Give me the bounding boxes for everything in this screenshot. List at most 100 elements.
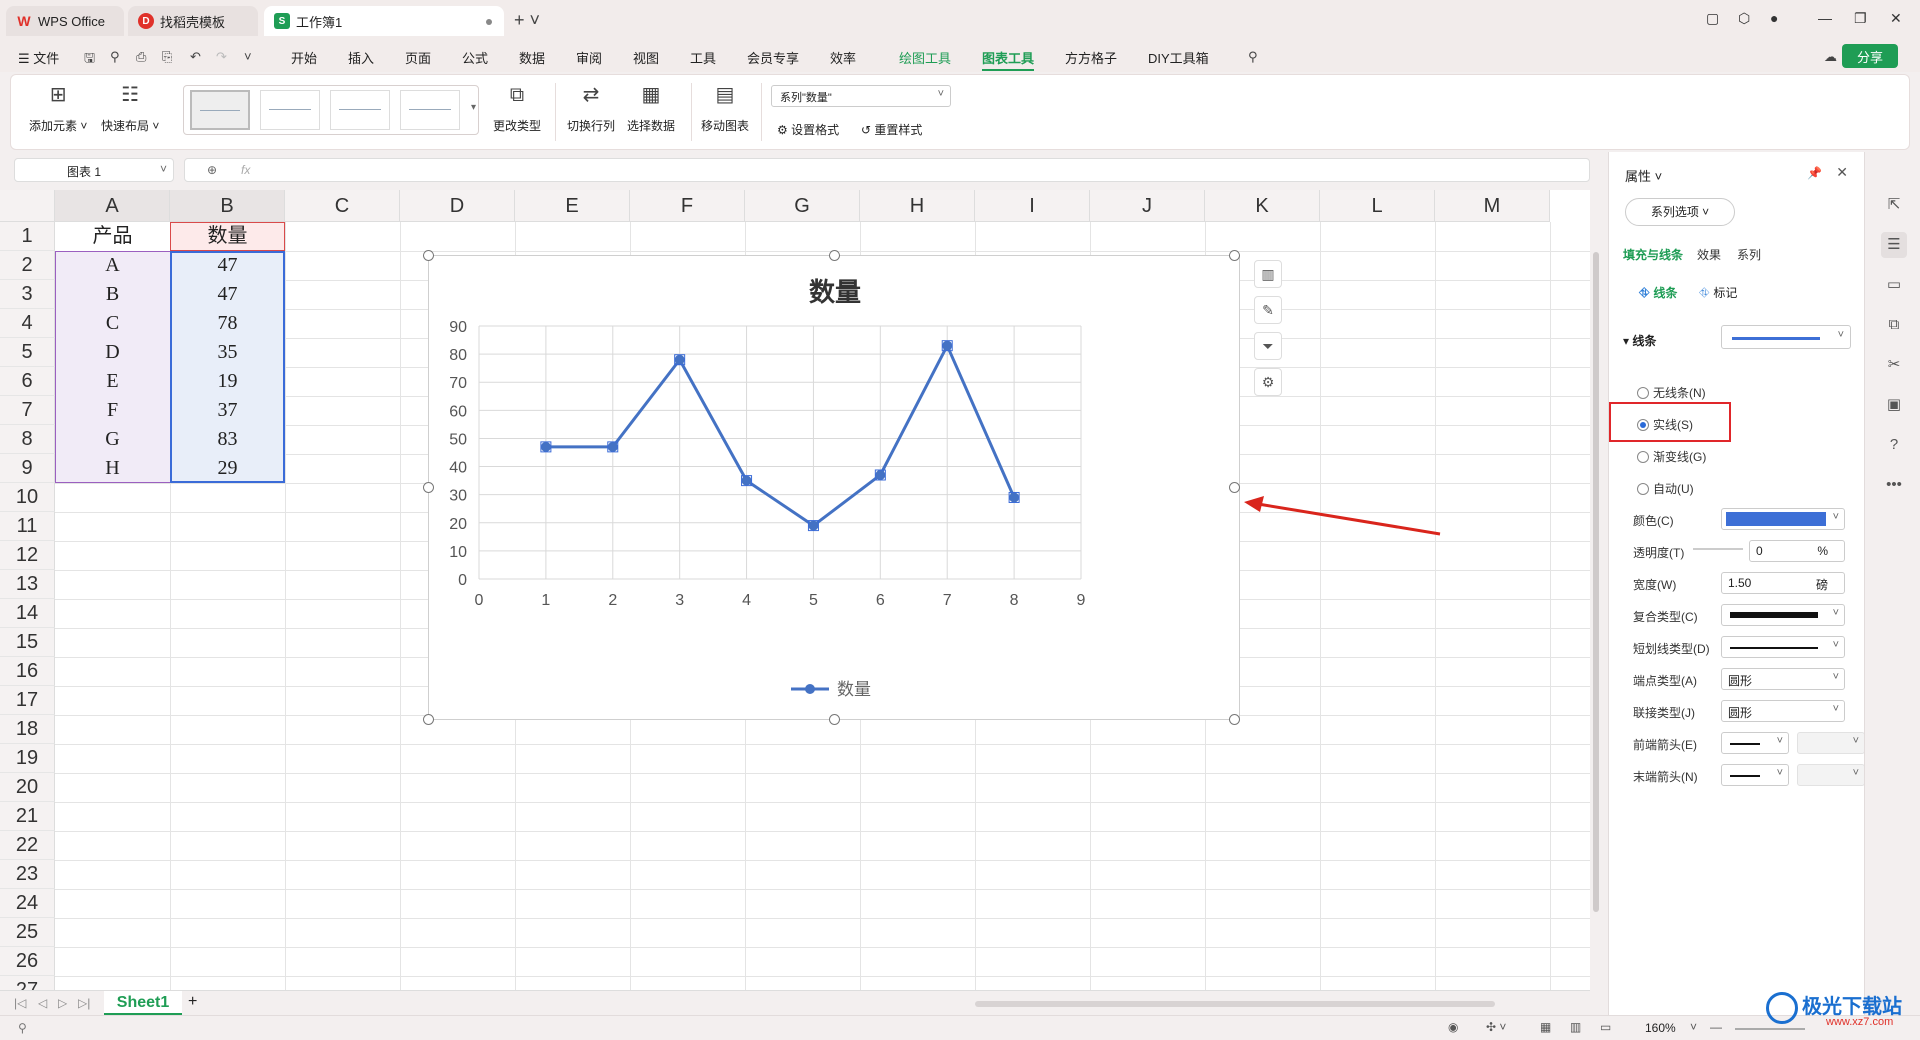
add-sheet-button[interactable]: + — [188, 993, 197, 1011]
redo-icon[interactable]: ↷ — [216, 49, 227, 65]
tab-docer-templates[interactable]: D 找稻壳模板 — [128, 6, 258, 36]
book-icon[interactable]: ▣ — [1881, 392, 1907, 418]
tools-icon[interactable]: ✂ — [1881, 352, 1907, 378]
menu-efficiency[interactable]: 效率 — [830, 48, 856, 67]
row-header-19[interactable]: 19 — [0, 744, 55, 773]
radio-gradient-line[interactable]: 渐变线(G) — [1637, 448, 1706, 465]
help-icon[interactable]: ? — [1881, 432, 1907, 458]
row-header-22[interactable]: 22 — [0, 831, 55, 860]
row-header-16[interactable]: 16 — [0, 657, 55, 686]
set-format-button[interactable]: ⚙ 设置格式 — [777, 121, 839, 138]
zoom-level[interactable]: 160% — [1645, 1021, 1676, 1035]
resize-handle-tl[interactable] — [423, 250, 434, 261]
chart-style-brush-icon[interactable]: ✎ — [1254, 296, 1282, 324]
properties-icon[interactable]: ☰ — [1881, 232, 1907, 258]
page-view-icon[interactable]: ▥ — [1570, 1020, 1581, 1034]
page-break-view-icon[interactable]: ▭ — [1600, 1020, 1611, 1034]
transparency-slider[interactable] — [1693, 548, 1743, 550]
select-pointer-icon[interactable]: ⇱ — [1881, 192, 1907, 218]
end-arrow-size-dropdown[interactable]: ˅ — [1797, 764, 1865, 786]
data-point[interactable] — [808, 520, 819, 531]
row-header-9[interactable]: 9 — [0, 454, 55, 483]
prev-sheet-icon[interactable]: ◁ — [38, 996, 47, 1010]
dash-type-dropdown[interactable]: ˅ — [1721, 636, 1845, 658]
row-header-13[interactable]: 13 — [0, 570, 55, 599]
row-header-14[interactable]: 14 — [0, 599, 55, 628]
change-type-button[interactable]: ⧉ 更改类型 — [493, 81, 541, 134]
row-header-1[interactable]: 1 — [0, 222, 55, 251]
column-header-d[interactable]: D — [400, 190, 515, 222]
print-preview-icon[interactable]: ⎘ — [162, 49, 172, 65]
horizontal-scrollbar[interactable] — [975, 1001, 1495, 1007]
avatar[interactable]: ● — [1770, 10, 1778, 26]
line-preset-dropdown[interactable]: ˅ — [1721, 325, 1851, 349]
column-header-e[interactable]: E — [515, 190, 630, 222]
row-header-6[interactable]: 6 — [0, 367, 55, 396]
file-menu[interactable]: ☰ 文件 — [18, 48, 59, 67]
chart-style-4[interactable] — [400, 90, 460, 130]
row-header-11[interactable]: 11 — [0, 512, 55, 541]
save-icon[interactable]: 🖫 — [84, 49, 95, 71]
chart-settings-icon[interactable]: ⚙ — [1254, 368, 1282, 396]
column-header-i[interactable]: I — [975, 190, 1090, 222]
select-all-corner[interactable] — [0, 190, 55, 222]
resize-handle-r[interactable] — [1229, 482, 1240, 493]
row-header-5[interactable]: 5 — [0, 338, 55, 367]
chart-filter-icon[interactable]: ⏷ — [1254, 332, 1282, 360]
panel-title[interactable]: 属性 ˅ — [1625, 166, 1662, 185]
data-point[interactable] — [741, 475, 752, 486]
chart-style-2[interactable] — [260, 90, 320, 130]
add-element-button[interactable]: ⊞ 添加元素 ˅ — [29, 81, 87, 134]
row-header-23[interactable]: 23 — [0, 860, 55, 889]
cube-icon[interactable]: ⬡ — [1738, 10, 1750, 27]
menu-data[interactable]: 数据 — [519, 48, 545, 67]
data-point[interactable] — [942, 340, 953, 351]
row-header-3[interactable]: 3 — [0, 280, 55, 309]
first-sheet-icon[interactable]: |◁ — [14, 996, 26, 1010]
row-header-7[interactable]: 7 — [0, 396, 55, 425]
column-header-l[interactable]: L — [1320, 190, 1435, 222]
row-header-21[interactable]: 21 — [0, 802, 55, 831]
series-line[interactable] — [545, 344, 1016, 528]
chart-legend[interactable]: 数量 — [791, 680, 871, 700]
sheet-tab-sheet1[interactable]: Sheet1 — [104, 991, 182, 1015]
cap-type-dropdown[interactable]: 圆形 ˅ — [1721, 668, 1845, 690]
search-icon[interactable]: ⚲ — [1248, 49, 1258, 65]
quick-layout-button[interactable]: ☷ 快速布局 ˅ — [101, 81, 159, 134]
switch-row-col-button[interactable]: ⇄ 切换行列 — [567, 81, 615, 134]
window-layout-icon[interactable]: ▢ — [1706, 10, 1719, 27]
menu-insert[interactable]: 插入 — [348, 48, 374, 67]
cloud-icon[interactable]: ☁ — [1824, 49, 1837, 65]
column-header-g[interactable]: G — [745, 190, 860, 222]
tab-series[interactable]: 系列 — [1737, 246, 1761, 263]
row-header-10[interactable]: 10 — [0, 483, 55, 512]
line-chart[interactable]: 数量 0 10 20 30 40 50 60 70 80 90 0 1 2 3 4 5 6 7 8 9 数量 — [423, 250, 1240, 725]
restore-icon[interactable]: ❐ — [1854, 10, 1867, 27]
unsaved-dot-icon[interactable] — [486, 19, 492, 25]
header-cell-product[interactable]: 产品 — [55, 222, 170, 251]
eye-protection-icon[interactable]: ◉ — [1448, 1020, 1458, 1034]
column-header-j[interactable]: J — [1090, 190, 1205, 222]
menu-view[interactable]: 视图 — [633, 48, 659, 67]
pin-icon[interactable]: 📌 — [1807, 166, 1822, 180]
column-header-a[interactable]: A — [55, 190, 170, 222]
menu-review[interactable]: 审阅 — [576, 48, 602, 67]
menu-diy-toolbox[interactable]: DIY工具箱 — [1148, 48, 1209, 67]
close-panel-icon[interactable]: ✕ — [1836, 164, 1848, 181]
column-header-b[interactable]: B — [170, 190, 285, 222]
fx-icon[interactable]: fx — [241, 163, 250, 177]
tab-wps-office[interactable]: W WPS Office — [6, 6, 124, 36]
resize-handle-l[interactable] — [423, 482, 434, 493]
row-header-24[interactable]: 24 — [0, 889, 55, 918]
column-header-m[interactable]: M — [1435, 190, 1550, 222]
gallery-more-icon[interactable]: ▾ — [471, 102, 476, 113]
menu-member[interactable]: 会员专享 — [747, 48, 799, 67]
radio-no-line[interactable]: 无线条(N) — [1637, 384, 1706, 401]
resize-handle-br[interactable] — [1229, 714, 1240, 725]
print-icon[interactable]: ⎙ — [136, 49, 146, 65]
begin-arrow-size-dropdown[interactable]: ˅ — [1797, 732, 1865, 754]
row-header-18[interactable]: 18 — [0, 715, 55, 744]
begin-arrow-dropdown[interactable]: ˅ — [1721, 732, 1789, 754]
chart-title[interactable]: 数量 — [809, 278, 861, 308]
macro-icon[interactable]: ⚲ — [18, 1021, 27, 1035]
